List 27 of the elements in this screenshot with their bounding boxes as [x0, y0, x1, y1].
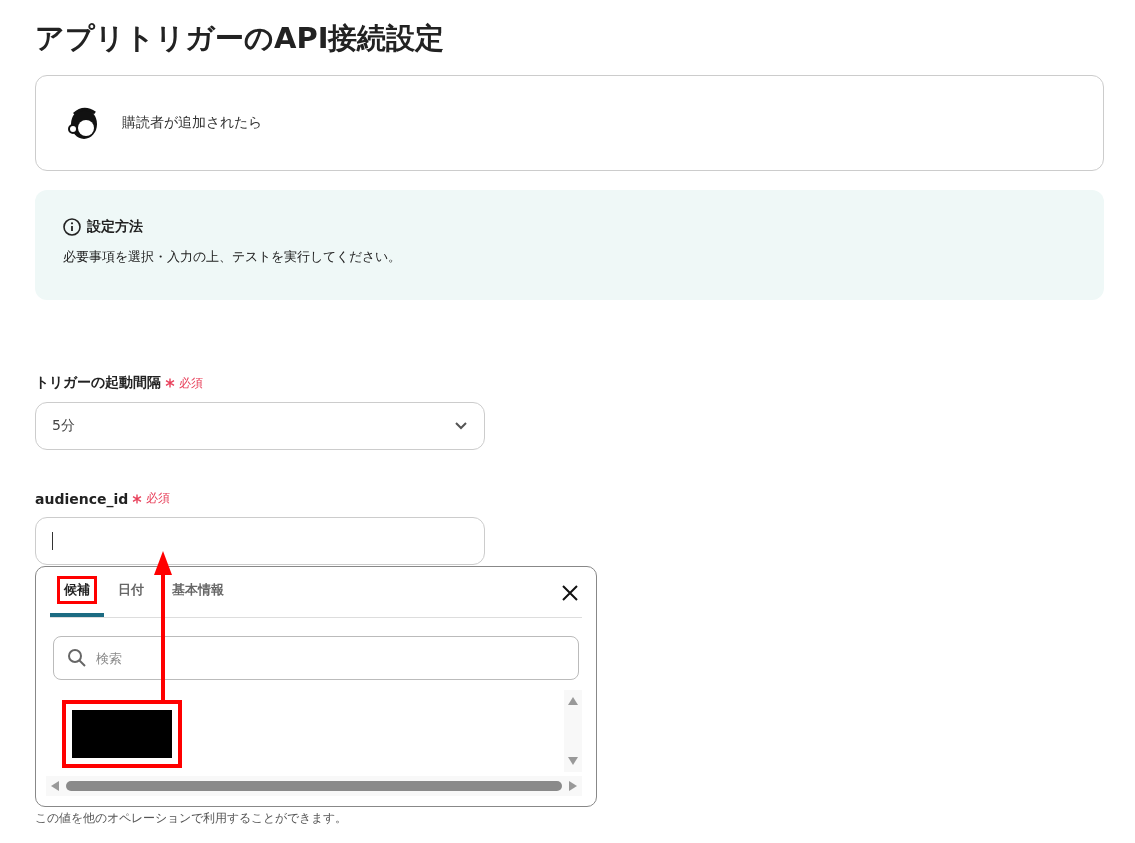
interval-dropdown[interactable]: 5分 — [35, 402, 485, 450]
input-field[interactable] — [35, 517, 485, 565]
info-text: 必要事項を選択・入力の上、テストを実行してください。 — [63, 248, 401, 266]
scroll-right-icon[interactable] — [568, 780, 578, 792]
tab[interactable]: 基本情報 — [158, 567, 238, 617]
field-label: トリガーの起動間隔 — [35, 374, 161, 392]
scroll-down-icon[interactable] — [567, 756, 579, 766]
tab[interactable]: 日付 — [104, 567, 158, 617]
required-mark: 必須 — [179, 374, 203, 392]
scroll-left-icon[interactable] — [50, 780, 60, 792]
scroll-up-icon[interactable] — [567, 696, 579, 706]
scrollbar-thumb[interactable] — [66, 781, 562, 791]
field-label: audience_id — [35, 490, 129, 507]
page-title: アプリトリガーのAPI接続設定 — [35, 20, 445, 57]
asterisk-icon — [132, 493, 143, 504]
asterisk-icon — [165, 378, 175, 388]
hint-text: この値を他のオペレーションで利用することができます。 — [35, 810, 347, 827]
trigger-label: 購読者が追加されたら — [122, 114, 262, 132]
info-icon — [63, 218, 81, 236]
search-icon — [67, 648, 87, 668]
info-heading: 設定方法 — [87, 218, 143, 236]
close-icon[interactable] — [560, 583, 580, 603]
tab[interactable]: 候補 — [50, 567, 104, 617]
trigger-card[interactable]: 購読者が追加されたら — [35, 75, 1104, 171]
search-field[interactable]: 検索 — [53, 636, 579, 680]
chevron-down-icon — [454, 421, 468, 431]
required-mark: 必須 — [146, 490, 171, 507]
